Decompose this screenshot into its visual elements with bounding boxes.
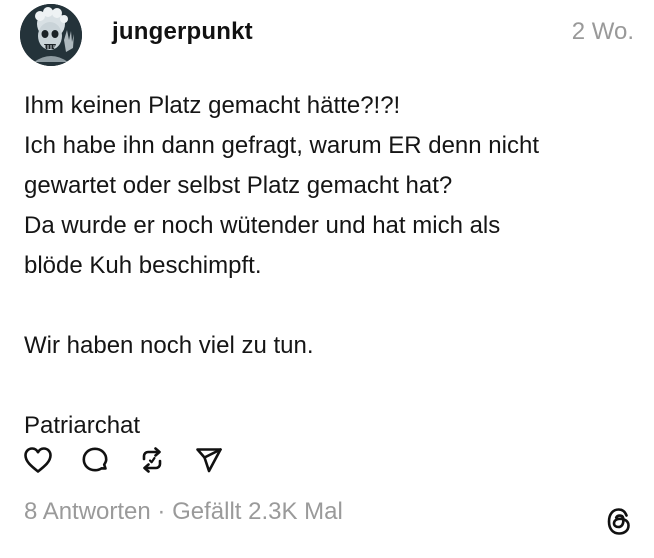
post-line: Da wurde er noch wütender und hat mich a… xyxy=(24,212,501,239)
share-button[interactable] xyxy=(193,444,225,476)
comment-icon xyxy=(82,447,108,472)
action-bar xyxy=(22,444,250,476)
post-line-hashtag: Patriarchat xyxy=(24,412,141,439)
threads-icon xyxy=(607,507,630,535)
post-line: blöde Kuh beschimpft. xyxy=(24,252,262,279)
like-button[interactable] xyxy=(22,444,54,476)
post-line-blank xyxy=(24,286,634,326)
post-stats[interactable]: 8 Antworten · Gefällt 2.3K Mal xyxy=(24,498,343,526)
post-line: Wir haben noch viel zu tun. xyxy=(24,332,314,359)
heart-icon xyxy=(24,447,52,473)
reply-button[interactable] xyxy=(79,444,111,476)
repost-button[interactable] xyxy=(136,444,168,476)
post-line: Ich habe ihn dann gefragt, warum ER denn… xyxy=(24,132,539,159)
post-text: Ihm keinen Platz gemacht hätte?!?! Ich h… xyxy=(24,86,634,446)
share-icon xyxy=(196,448,222,473)
repost-icon xyxy=(142,447,162,473)
post-timestamp[interactable]: 2 Wo. xyxy=(572,18,634,46)
avatar-image xyxy=(20,4,82,66)
username[interactable]: jungerpunkt xyxy=(112,18,253,46)
threads-logo[interactable] xyxy=(604,505,634,537)
post-line: Ihm keinen Platz gemacht hätte?!?! xyxy=(24,92,401,119)
post-line: gewartet oder selbst Platz gemacht hat? xyxy=(24,172,453,199)
avatar[interactable] xyxy=(20,4,82,66)
post-line-blank xyxy=(24,366,634,406)
